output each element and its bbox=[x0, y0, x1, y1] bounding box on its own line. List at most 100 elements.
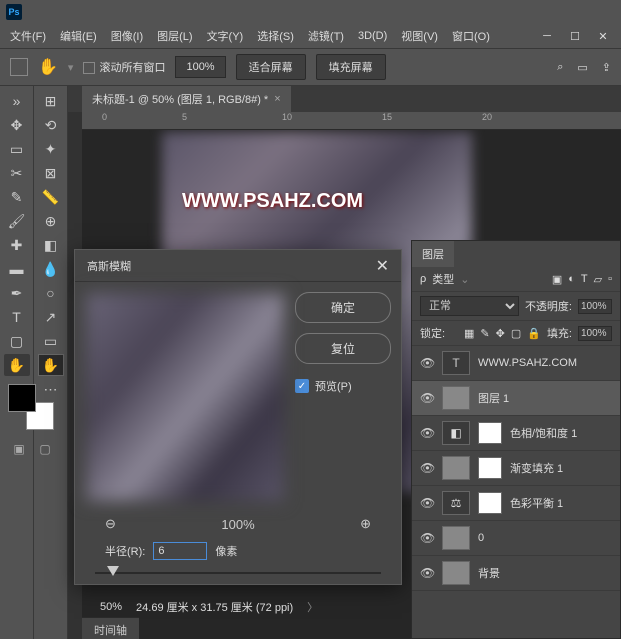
ruler-tool[interactable]: 📏 bbox=[38, 186, 64, 208]
filter-adj-icon[interactable]: ◐ bbox=[568, 273, 575, 286]
dialog-zoom: 100% bbox=[221, 517, 254, 532]
balance-icon: ⚖ bbox=[442, 491, 470, 515]
layer-item[interactable]: 👁渐变填充 1 bbox=[412, 451, 620, 486]
workspace-icon[interactable]: ▭ bbox=[577, 61, 587, 74]
layers-tab[interactable]: 图层 bbox=[412, 241, 454, 267]
color-swatches[interactable] bbox=[8, 384, 60, 432]
menu-3d[interactable]: 3D(D) bbox=[352, 28, 393, 44]
opacity-input[interactable] bbox=[578, 299, 612, 314]
zoom-value[interactable]: 100% bbox=[175, 56, 225, 78]
foreground-swatch[interactable] bbox=[8, 384, 36, 412]
wand-tool[interactable]: ✦ bbox=[38, 138, 64, 160]
fill-screen-button[interactable]: 填充屏幕 bbox=[316, 54, 386, 80]
lasso-tool[interactable]: ⟲ bbox=[38, 114, 64, 136]
dialog-titlebar[interactable]: 高斯模糊 ✕ bbox=[75, 250, 401, 282]
watermark-text: WWW.PSAHZ.COM bbox=[182, 190, 363, 213]
visibility-icon[interactable]: 👁 bbox=[420, 356, 434, 370]
menu-window[interactable]: 窗口(O) bbox=[446, 26, 496, 46]
screenmode-icon[interactable]: ▢ bbox=[39, 442, 50, 456]
blur-tool[interactable]: 💧 bbox=[38, 258, 64, 280]
menu-select[interactable]: 选择(S) bbox=[251, 26, 300, 46]
radius-slider[interactable] bbox=[95, 566, 381, 580]
crop-tool[interactable]: ✂ bbox=[4, 162, 30, 184]
menu-edit[interactable]: 编辑(E) bbox=[54, 26, 103, 46]
minimize-button[interactable]: ─ bbox=[533, 26, 561, 46]
close-button[interactable]: ✕ bbox=[589, 26, 617, 46]
pen-tool[interactable]: ✒ bbox=[4, 282, 30, 304]
timeline-tab[interactable]: 时间轴 bbox=[82, 617, 139, 639]
ok-button[interactable]: 确定 bbox=[295, 292, 391, 323]
gradient-tool[interactable]: ▬ bbox=[4, 258, 30, 280]
shape-tool[interactable]: ▢ bbox=[4, 330, 30, 352]
layer-item[interactable]: 👁TWWW.PSAHZ.COM bbox=[412, 346, 620, 381]
type-tool[interactable]: T bbox=[4, 306, 30, 328]
gaussian-blur-dialog: 高斯模糊 ✕ 确定 复位 ✓ 预览(P) ⊖ 100% ⊕ 半径(R): 像素 bbox=[74, 249, 402, 585]
hand-tool[interactable]: ✋ bbox=[4, 354, 30, 376]
layer-item[interactable]: 👁◧色相/饱和度 1 bbox=[412, 416, 620, 451]
clone-tool[interactable]: ⊕ bbox=[38, 210, 64, 232]
dialog-preview[interactable] bbox=[85, 292, 285, 502]
zoom-out-icon[interactable]: ⊖ bbox=[105, 516, 116, 532]
filter-pixel-icon[interactable]: ▣ bbox=[552, 273, 562, 286]
visibility-icon[interactable]: 👁 bbox=[420, 426, 434, 440]
share-icon[interactable]: ⇪ bbox=[602, 61, 611, 74]
lock-all-icon[interactable]: 🔒 bbox=[527, 327, 541, 340]
menu-filter[interactable]: 滤镜(T) bbox=[302, 26, 350, 46]
menu-view[interactable]: 视图(V) bbox=[395, 26, 444, 46]
radius-label: 半径(R): bbox=[105, 543, 145, 559]
preview-checkbox[interactable]: ✓ 预览(P) bbox=[295, 378, 391, 394]
layer-item[interactable]: 👁背景 bbox=[412, 556, 620, 591]
eraser-tool[interactable]: ◧ bbox=[38, 234, 64, 256]
dialog-close-icon[interactable]: ✕ bbox=[376, 256, 389, 276]
dodge-tool[interactable]: ○ bbox=[38, 282, 64, 304]
fill-input[interactable] bbox=[578, 326, 612, 341]
menu-layer[interactable]: 图层(L) bbox=[151, 26, 198, 46]
visibility-icon[interactable]: 👁 bbox=[420, 566, 434, 580]
status-zoom[interactable]: 50% bbox=[100, 601, 122, 613]
options-bar: ✋ ▾ 滚动所有窗口 100% 适合屏幕 填充屏幕 ⌕ ▭ ⇪ bbox=[0, 48, 621, 86]
lock-brush-icon[interactable]: ✎ bbox=[480, 327, 489, 340]
fit-screen-button[interactable]: 适合屏幕 bbox=[236, 54, 306, 80]
marquee-tool[interactable]: ▭ bbox=[4, 138, 30, 160]
path-tool[interactable]: ↗ bbox=[38, 306, 64, 328]
move-tool[interactable]: ✥ bbox=[4, 114, 30, 136]
quickmask-icon[interactable]: ▣ bbox=[13, 442, 24, 456]
horizontal-ruler: 05101520 bbox=[82, 112, 621, 130]
home-icon[interactable] bbox=[10, 58, 28, 76]
zoom-in-icon[interactable]: ⊕ bbox=[360, 516, 371, 532]
search-icon[interactable]: ⌕ bbox=[557, 61, 563, 74]
lock-move-icon[interactable]: ✥ bbox=[496, 327, 505, 340]
healing-tool[interactable]: ✚ bbox=[4, 234, 30, 256]
visibility-icon[interactable]: 👁 bbox=[420, 531, 434, 545]
menu-image[interactable]: 图像(I) bbox=[105, 26, 149, 46]
menu-file[interactable]: 文件(F) bbox=[4, 26, 52, 46]
artboard-tool[interactable]: ⊞ bbox=[38, 90, 64, 112]
menu-type[interactable]: 文字(Y) bbox=[201, 26, 250, 46]
expand-icon[interactable]: » bbox=[4, 90, 30, 112]
filter-shape-icon[interactable]: ▱ bbox=[594, 273, 602, 286]
brush-tool[interactable]: 🖌 bbox=[4, 210, 30, 232]
eyedropper-tool[interactable]: ✎ bbox=[4, 186, 30, 208]
visibility-icon[interactable]: 👁 bbox=[420, 461, 434, 475]
maximize-button[interactable]: ☐ bbox=[561, 26, 589, 46]
slider-thumb-icon[interactable] bbox=[107, 566, 119, 576]
visibility-icon[interactable]: 👁 bbox=[420, 496, 434, 510]
lock-pixels-icon[interactable]: ▦ bbox=[464, 327, 474, 340]
layer-thumbnail bbox=[442, 526, 470, 550]
visibility-icon[interactable]: 👁 bbox=[420, 391, 434, 405]
scroll-all-checkbox[interactable]: 滚动所有窗口 bbox=[83, 59, 165, 75]
reset-button[interactable]: 复位 bbox=[295, 333, 391, 364]
hand-tool-icon[interactable]: ✋ bbox=[38, 57, 58, 77]
lock-artboard-icon[interactable]: ▢ bbox=[511, 327, 521, 340]
filter-smart-icon[interactable]: ▫ bbox=[608, 273, 612, 286]
rect-tool[interactable]: ▭ bbox=[38, 330, 64, 352]
frame-tool[interactable]: ⊠ bbox=[38, 162, 64, 184]
hand-tool-2[interactable]: ✋ bbox=[38, 354, 64, 376]
type-layer-icon: T bbox=[442, 351, 470, 375]
radius-input[interactable] bbox=[153, 542, 207, 560]
layer-item[interactable]: 👁图层 1 bbox=[412, 381, 620, 416]
layer-item[interactable]: 👁0 bbox=[412, 521, 620, 556]
blend-mode-select[interactable]: 正常 bbox=[420, 296, 519, 316]
layer-item[interactable]: 👁⚖色彩平衡 1 bbox=[412, 486, 620, 521]
filter-type-icon[interactable]: T bbox=[581, 273, 588, 286]
